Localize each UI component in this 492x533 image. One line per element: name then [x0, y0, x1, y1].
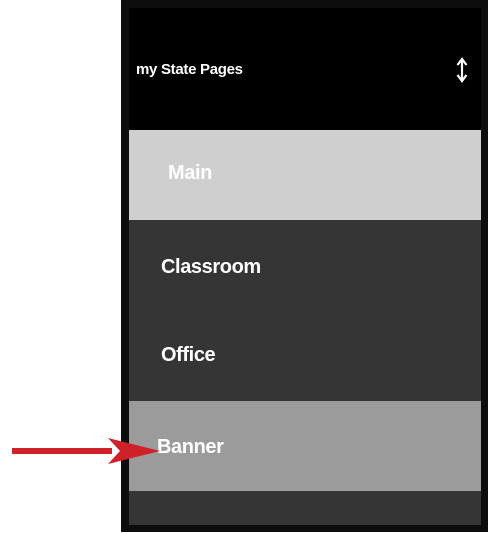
screenshot-stage: my State Pages Main Classroom Office Ban…	[0, 0, 492, 533]
state-pages-menu: my State Pages Main Classroom Office Ban…	[121, 0, 488, 532]
menu-item-label: Classroom	[161, 256, 261, 278]
menu-item-banner[interactable]: Banner	[129, 401, 481, 491]
menu-item-main[interactable]: Main	[129, 130, 481, 220]
menu-title: my State Pages	[136, 61, 243, 78]
up-down-arrow-icon[interactable]	[455, 55, 469, 85]
menu-list: Main Classroom Office Banner	[129, 130, 481, 525]
menu-item-label: Office	[161, 344, 216, 366]
menu-item-label: Main	[168, 162, 212, 184]
red-arrow-icon	[12, 438, 160, 464]
menu-item-classroom[interactable]: Classroom	[129, 220, 481, 310]
menu-list-bottom	[129, 491, 481, 525]
menu-item-office[interactable]: Office	[129, 310, 481, 401]
menu-item-label: Banner	[157, 436, 224, 458]
menu-header[interactable]: my State Pages	[129, 8, 481, 130]
